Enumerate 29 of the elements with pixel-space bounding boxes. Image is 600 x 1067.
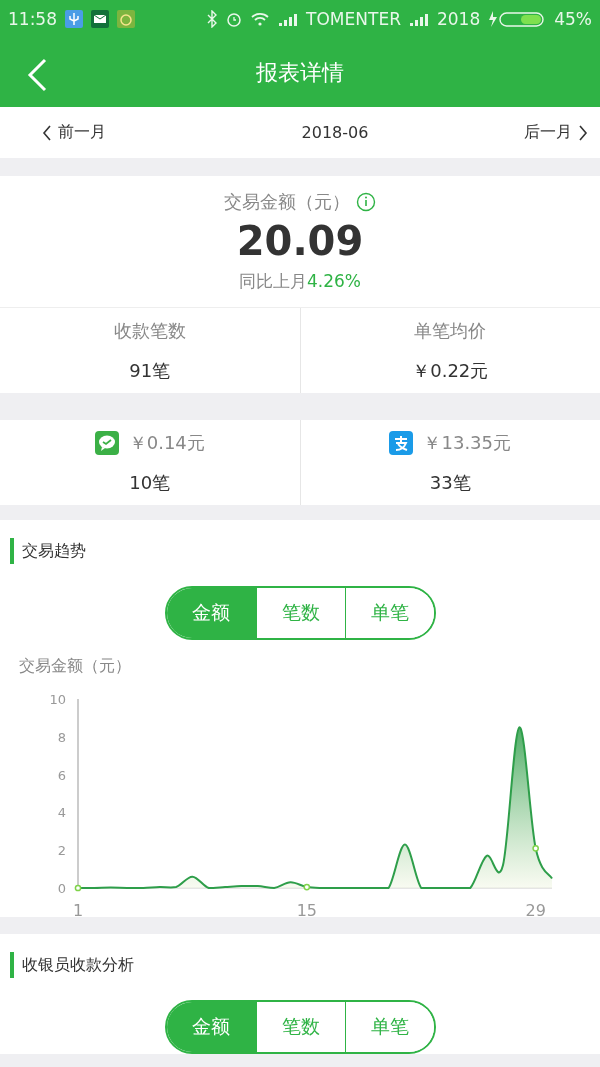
status-time: 11:58	[8, 9, 57, 29]
stat-value: ￥0.22元	[412, 358, 489, 383]
stat-label: 收款笔数	[113, 318, 186, 343]
stat-label: 单笔均价	[414, 318, 487, 343]
axis-tick-label: 1	[72, 901, 84, 917]
page-title: 报表详情	[256, 58, 344, 87]
axis-tick-label: 4	[57, 805, 66, 821]
axis-tick-label: 10	[49, 692, 66, 707]
summary-label: 交易金额（元）	[224, 190, 350, 214]
payment-count: 10笔	[129, 470, 171, 495]
y-axis-label: 交易金额（元）	[19, 656, 132, 677]
axis-tick-label: 29	[525, 901, 546, 917]
section-title: 交易趋势	[22, 540, 86, 562]
axis-tick-label: 0	[57, 881, 66, 896]
axis-tick-label: 15	[296, 901, 317, 917]
payment-count: 33笔	[429, 470, 471, 495]
axis-tick-label: 6	[57, 767, 66, 783]
carrier-name: TOMENTER	[306, 9, 401, 29]
current-month: 2018-06	[301, 123, 369, 142]
month-comparison: 同比上月4.26%	[239, 270, 361, 293]
total-amount: 20.09	[236, 218, 364, 264]
axis-tick-label: 2	[57, 843, 66, 859]
section-title: 收银员收款分析	[22, 954, 134, 976]
stat-value: 91笔	[129, 358, 171, 383]
payment-amount: ￥13.35元	[423, 430, 511, 455]
payment-amount: ￥0.14元	[128, 430, 205, 455]
axis-tick-label: 8	[57, 729, 66, 745]
carrier-name: 2018	[436, 9, 481, 29]
battery-percent: 45%	[554, 9, 592, 29]
